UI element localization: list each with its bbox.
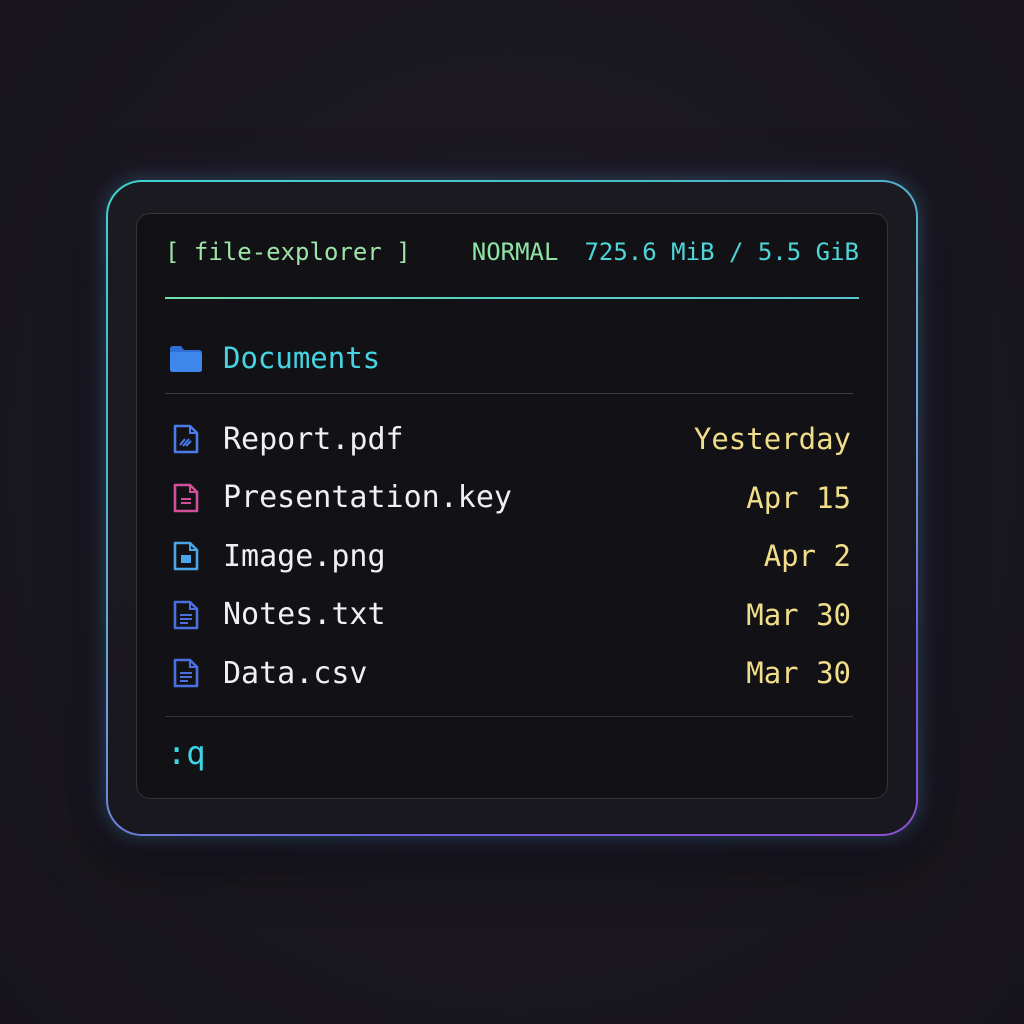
- file-list: Report.pdf Yesterday Presentation.key Ap…: [169, 410, 851, 703]
- file-name: Data.csv: [223, 655, 368, 691]
- pdf-file-icon: [173, 424, 199, 454]
- presentation-file-icon: [173, 483, 199, 513]
- folder-row-documents[interactable]: Documents: [169, 338, 855, 378]
- status-info: NORMAL 725.6 MiB / 5.5 GiB: [472, 238, 859, 266]
- folder-name: Documents: [223, 341, 381, 375]
- file-name: Report.pdf: [223, 421, 404, 457]
- command-line[interactable]: :q: [167, 734, 206, 772]
- file-name: Presentation.key: [223, 480, 512, 516]
- text-file-icon: [173, 600, 199, 630]
- window-title: [ file-explorer ]: [165, 238, 411, 266]
- file-row[interactable]: Image.png Apr 2: [169, 527, 851, 586]
- file-date: Apr 15: [746, 480, 851, 515]
- mode-indicator: NORMAL: [471, 238, 559, 266]
- file-explorer-panel: [ file-explorer ] NORMAL 725.6 MiB / 5.5…: [136, 213, 888, 799]
- file-date: Mar 30: [746, 656, 851, 691]
- file-date: Mar 30: [746, 597, 851, 632]
- file-name: Notes.txt: [223, 597, 386, 633]
- memory-usage: 725.6 MiB / 5.5 GiB: [584, 238, 859, 266]
- file-row[interactable]: Data.csv Mar 30: [169, 644, 851, 703]
- folder-divider: [165, 393, 853, 394]
- folder-icon: [170, 346, 202, 372]
- file-row[interactable]: Report.pdf Yesterday: [169, 410, 851, 469]
- command-divider: [165, 716, 853, 717]
- file-row[interactable]: Presentation.key Apr 15: [169, 469, 851, 528]
- image-file-icon: [173, 541, 199, 571]
- header-divider: [165, 297, 859, 299]
- csv-file-icon: [173, 658, 199, 688]
- file-row[interactable]: Notes.txt Mar 30: [169, 586, 851, 645]
- file-date: Apr 2: [763, 539, 851, 574]
- app-window-frame: [ file-explorer ] NORMAL 725.6 MiB / 5.5…: [106, 180, 918, 836]
- status-bar: [ file-explorer ] NORMAL 725.6 MiB / 5.5…: [165, 236, 859, 268]
- file-name: Image.png: [223, 538, 386, 574]
- file-date: Yesterday: [693, 422, 851, 457]
- app-window: [ file-explorer ] NORMAL 725.6 MiB / 5.5…: [108, 182, 916, 834]
